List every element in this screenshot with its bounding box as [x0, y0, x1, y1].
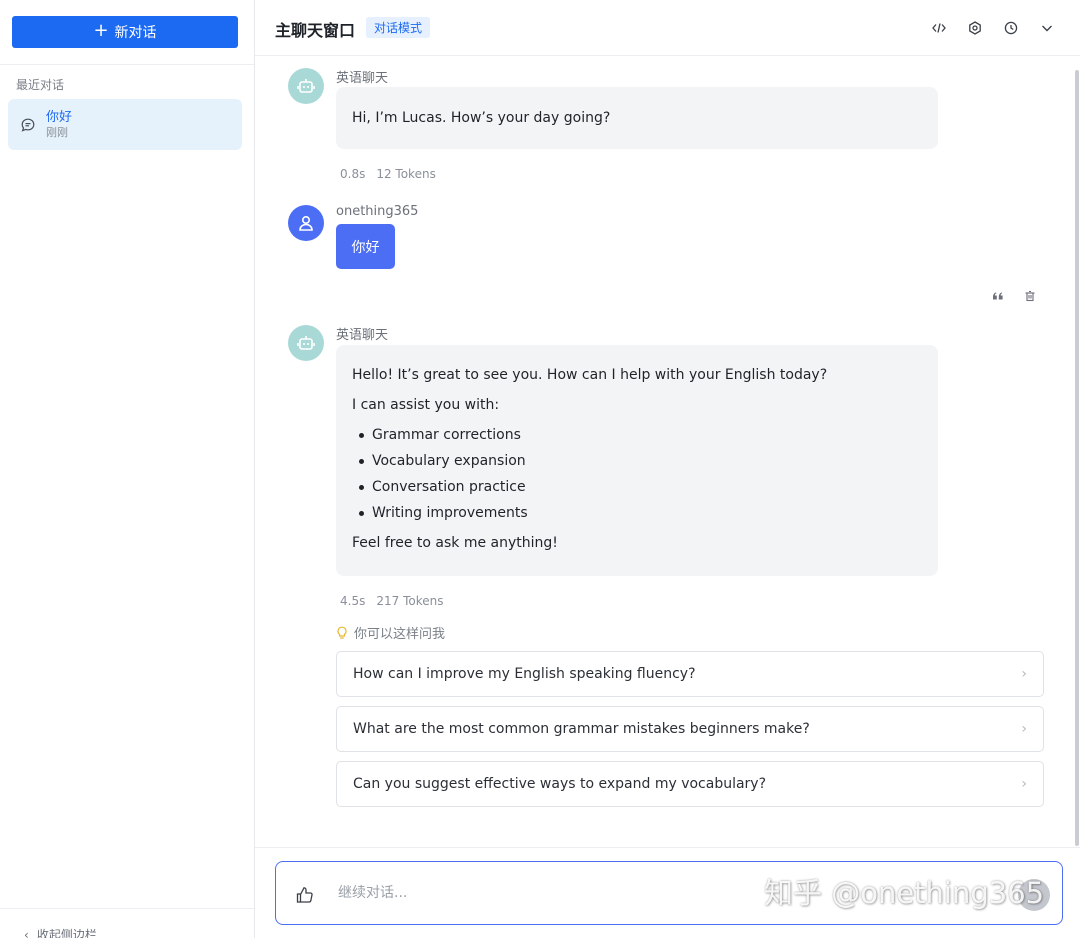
- suggested-question[interactable]: Can you suggest effective ways to expand…: [336, 761, 1044, 807]
- chevron-left-icon: ‹: [24, 927, 29, 938]
- list-item: Vocabulary expansion: [352, 451, 922, 471]
- robot-icon: [297, 79, 315, 93]
- bot-name: 英语聊天: [336, 328, 389, 343]
- sidebar: + 新对话 最近对话 你好 刚刚 ‹ 收起侧边栏: [0, 0, 255, 938]
- user-message-bubble: 你好: [336, 224, 395, 269]
- bullet-list: Grammar corrections Vocabulary expansion…: [352, 425, 922, 523]
- token-count: 12 Tokens: [376, 167, 436, 181]
- send-button[interactable]: [1018, 879, 1050, 911]
- suggestions-label-text: 你可以这样问我: [354, 627, 446, 642]
- message-meta: 0.8s 12 Tokens: [340, 167, 436, 181]
- user-message-text: 你好: [351, 239, 380, 256]
- bot-message-lead: I can assist you with:: [352, 397, 500, 413]
- bot-message-intro: Hello! It’s great to see you. How can I …: [352, 367, 828, 383]
- settings-icon[interactable]: [965, 18, 985, 38]
- conversation-item[interactable]: 你好 刚刚: [8, 99, 242, 150]
- suggested-question-text: How can I improve my English speaking fl…: [353, 666, 696, 682]
- robot-icon: [297, 336, 315, 350]
- response-time: 0.8s: [340, 167, 366, 181]
- bot-name: 英语聊天: [336, 71, 389, 86]
- token-count: 217 Tokens: [376, 594, 444, 608]
- bot-message-outro: Feel free to ask me anything!: [352, 535, 558, 551]
- chat-input-box[interactable]: [275, 861, 1063, 925]
- sidebar-divider: [0, 64, 254, 65]
- user-avatar: [288, 205, 324, 241]
- user-icon: [299, 215, 313, 231]
- message-meta: 4.5s 217 Tokens: [340, 594, 443, 608]
- mode-badge: 对话模式: [366, 17, 431, 38]
- conversation-time: 刚刚: [46, 126, 68, 139]
- list-item: Grammar corrections: [352, 425, 922, 445]
- conversation-title: 你好: [46, 110, 73, 125]
- new-chat-button[interactable]: + 新对话: [12, 16, 238, 48]
- history-icon[interactable]: [1001, 18, 1021, 38]
- suggested-question-text: What are the most common grammar mistake…: [353, 721, 810, 737]
- response-time: 4.5s: [340, 594, 366, 608]
- bot-avatar: [288, 68, 324, 104]
- bot-message-text: Hi, I’m Lucas. How’s your day going?: [352, 110, 611, 126]
- list-item: Writing improvements: [352, 503, 922, 523]
- chat-input[interactable]: [338, 882, 758, 904]
- suggested-question[interactable]: How can I improve my English speaking fl…: [336, 651, 1044, 697]
- thumbs-up-icon[interactable]: [296, 886, 314, 904]
- code-icon[interactable]: [929, 18, 949, 38]
- user-name: onething365: [336, 204, 419, 219]
- page-title: 主聊天窗口: [275, 21, 356, 40]
- chat-header: 主聊天窗口 对话模式: [255, 0, 1080, 56]
- suggestions-label: 你可以这样问我: [336, 623, 445, 642]
- suggested-question-text: Can you suggest effective ways to expand…: [353, 776, 767, 792]
- list-item: Conversation practice: [352, 477, 922, 497]
- quote-icon[interactable]: [991, 289, 1005, 303]
- sidebar-footer-divider: [0, 908, 254, 909]
- collapse-sidebar-label: 收起侧边栏: [36, 928, 97, 938]
- chevron-right-icon: ›: [1021, 721, 1027, 737]
- recent-conversations-label: 最近对话: [16, 78, 65, 92]
- lightbulb-icon: [337, 626, 347, 639]
- bot-avatar: [288, 325, 324, 361]
- bot-message-bubble: Hi, I’m Lucas. How’s your day going?: [336, 87, 938, 149]
- chevron-right-icon: ›: [1021, 776, 1027, 792]
- chat-bubble-icon: [21, 118, 35, 132]
- chevron-down-icon[interactable]: [1037, 18, 1057, 38]
- input-divider: [255, 847, 1080, 848]
- suggested-question[interactable]: What are the most common grammar mistake…: [336, 706, 1044, 752]
- trash-icon[interactable]: [1023, 289, 1037, 303]
- new-chat-label: 新对话: [114, 25, 157, 41]
- chevron-right-icon: ›: [1021, 666, 1027, 682]
- bot-message-bubble: Hello! It’s great to see you. How can I …: [336, 345, 938, 576]
- scrollbar[interactable]: [1075, 70, 1079, 846]
- plus-icon: +: [93, 20, 109, 41]
- collapse-sidebar-button[interactable]: ‹ 收起侧边栏: [24, 926, 97, 938]
